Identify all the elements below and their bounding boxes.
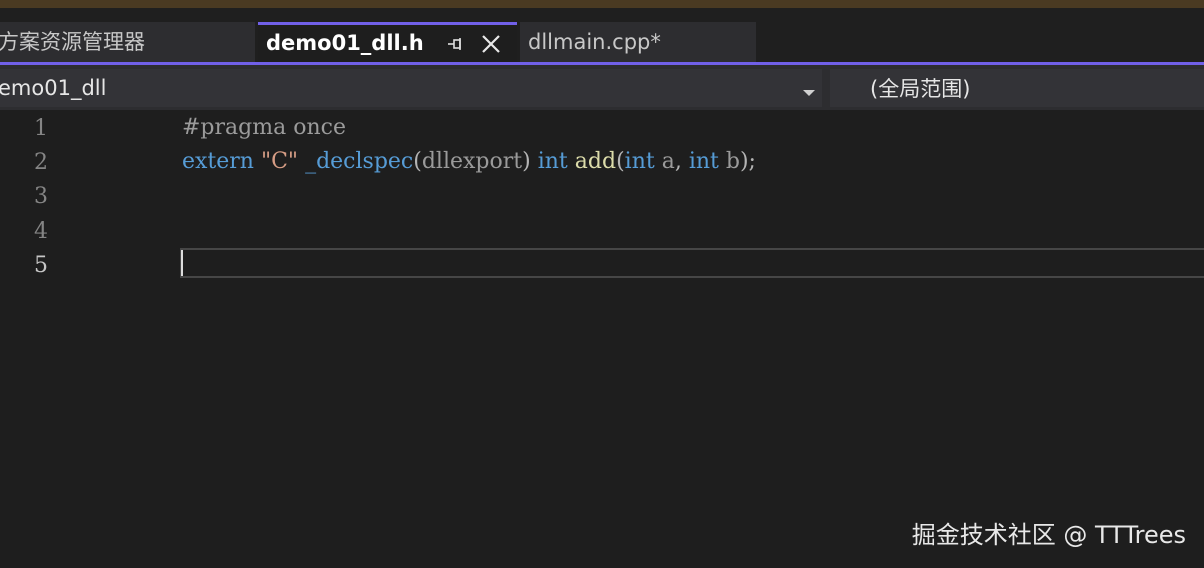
watermark: 掘金技术社区 @ TTTrees: [911, 521, 1186, 549]
close-icon[interactable]: [480, 33, 502, 55]
tab-solution-explorer-label: 方案资源管理器: [0, 29, 145, 54]
text-caret: [181, 250, 183, 276]
code-line-2[interactable]: extern "C" _declspec(dllexport) int add(…: [182, 145, 756, 179]
statement-end: );: [739, 149, 756, 174]
document-tab-strip: 方案资源管理器 demo01_dll.h dllmain.cpp*: [0, 8, 1204, 62]
keyword-int: int: [624, 149, 655, 174]
declspec-keyword: _declspec: [305, 149, 414, 174]
paren: ): [522, 149, 531, 174]
paren: (: [413, 149, 422, 174]
function-name: add: [574, 149, 617, 174]
scope-dropdown[interactable]: (全局范围): [830, 69, 1204, 107]
current-line-highlight: [180, 248, 1204, 278]
title-bar: [0, 0, 1204, 8]
dllexport-attr: dllexport: [421, 149, 523, 174]
keyword-int: int: [688, 149, 719, 174]
ide-window: 方案资源管理器 demo01_dll.h dllmain.cpp* emo01_…: [0, 0, 1204, 568]
code-line-1[interactable]: #pragma once: [182, 111, 346, 145]
pin-icon[interactable]: [446, 35, 464, 53]
tab-dllmain-cpp[interactable]: dllmain.cpp*: [520, 22, 756, 62]
line-number-current: 5: [34, 253, 48, 278]
line-number: 2: [34, 150, 48, 175]
line-number-gutter: 1 2 3 4 5: [0, 110, 60, 568]
keyword-extern: extern: [182, 149, 254, 174]
project-dropdown[interactable]: emo01_dll: [0, 69, 822, 107]
tab-demo01-dll-h[interactable]: demo01_dll.h: [258, 22, 517, 62]
line-number: 1: [34, 116, 48, 141]
code-editor[interactable]: 1 2 3 4 5 #pragma once extern "C" _decls…: [0, 110, 1204, 568]
tab-dllmain-label: dllmain.cpp*: [528, 29, 661, 54]
scope-label: (全局范围): [870, 77, 971, 101]
line-number: 4: [34, 219, 48, 244]
paren: (: [616, 149, 625, 174]
tab-active-label: demo01_dll.h: [266, 31, 424, 55]
line-number: 3: [34, 184, 48, 209]
comma: ,: [674, 149, 682, 174]
navigation-bar: emo01_dll (全局范围): [0, 65, 1204, 110]
tab-solution-explorer[interactable]: 方案资源管理器: [0, 22, 255, 62]
project-label: emo01_dll: [0, 76, 107, 100]
chevron-down-icon[interactable]: [802, 83, 816, 96]
string-literal: "C": [260, 149, 299, 174]
param-a: a: [661, 149, 675, 174]
param-b: b: [725, 149, 740, 174]
preprocessor-directive: #pragma once: [182, 115, 346, 140]
keyword-int: int: [537, 149, 568, 174]
